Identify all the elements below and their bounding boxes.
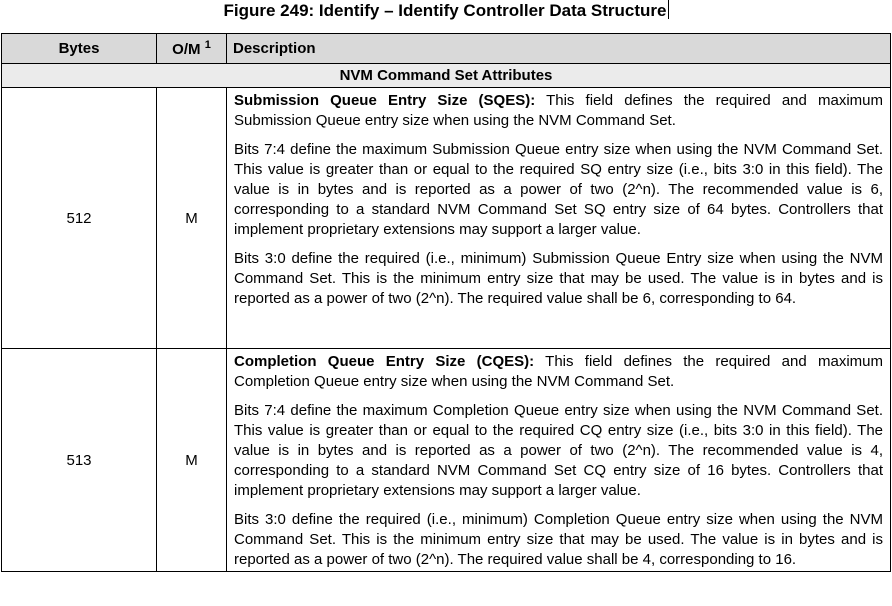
bytes-cell: 513 <box>1 348 157 572</box>
section-row: NVM Command Set Attributes <box>1 63 891 88</box>
description-paragraph: Bits 3:0 define the required (i.e., mini… <box>234 250 883 307</box>
field-name: Submission Queue Entry Size (SQES): <box>234 92 536 109</box>
om-cell: M <box>156 87 227 349</box>
header-om-footnote: 1 <box>204 39 211 51</box>
table-row: 513 M Completion Queue Entry Size (CQES)… <box>1 348 891 572</box>
text-cursor <box>667 0 669 19</box>
header-om: O/M 1 <box>156 33 227 64</box>
om-cell: M <box>156 348 227 572</box>
header-bytes: Bytes <box>1 33 157 64</box>
table-header-row: Bytes O/M 1 Description <box>1 33 891 64</box>
table-row: 512 M Submission Queue Entry Size (SQES)… <box>1 87 891 349</box>
bytes-cell: 512 <box>1 87 157 349</box>
description-cell: Completion Queue Entry Size (CQES): This… <box>226 348 891 572</box>
section-title: NVM Command Set Attributes <box>1 63 891 88</box>
data-structure-table: Bytes O/M 1 Description NVM Command Set … <box>1 33 891 572</box>
description-paragraph: Bits 7:4 define the maximum Completion Q… <box>234 402 883 499</box>
header-om-label: O/M <box>172 41 201 58</box>
description-intro: Completion Queue Entry Size (CQES): This… <box>234 352 883 392</box>
description-paragraph: Bits 3:0 define the required (i.e., mini… <box>234 511 883 568</box>
description-intro: Submission Queue Entry Size (SQES): This… <box>234 91 883 131</box>
header-description: Description <box>226 33 891 64</box>
figure-caption: Figure 249: Identify – Identify Controll… <box>0 0 892 30</box>
description-paragraph: Bits 7:4 define the maximum Submission Q… <box>234 141 883 238</box>
description-cell: Submission Queue Entry Size (SQES): This… <box>226 87 891 349</box>
field-name: Completion Queue Entry Size (CQES): <box>234 353 535 370</box>
figure-caption-text: Figure 249: Identify – Identify Controll… <box>223 1 667 20</box>
